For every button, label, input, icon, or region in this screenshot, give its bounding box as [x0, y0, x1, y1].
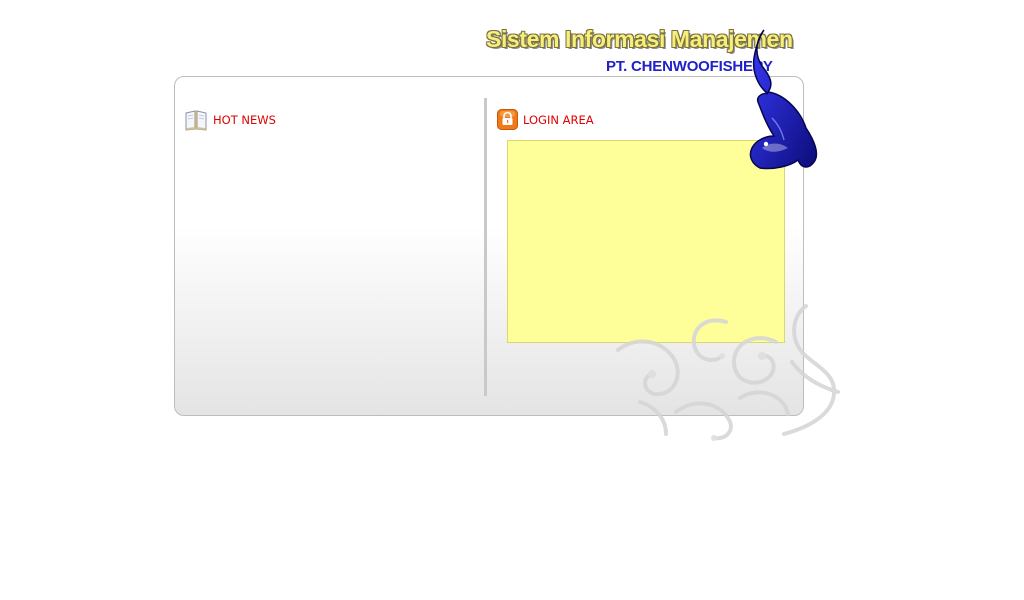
login-area-title: LOGIN AREA [523, 112, 594, 127]
site-title: Sistem Informasi Manajemen [486, 26, 793, 52]
company-name: PT. CHENWOOFISHERY [606, 58, 773, 75]
padlock-icon [497, 109, 518, 130]
decorative-ornament [616, 304, 840, 441]
hot-news-title: HOT NEWS [213, 113, 276, 127]
hot-news-header: HOT NEWS [184, 108, 276, 132]
open-book-icon [184, 108, 208, 132]
login-area-header: LOGIN AREA [497, 109, 594, 130]
fish-logo-icon [749, 29, 818, 170]
column-divider [484, 98, 487, 396]
